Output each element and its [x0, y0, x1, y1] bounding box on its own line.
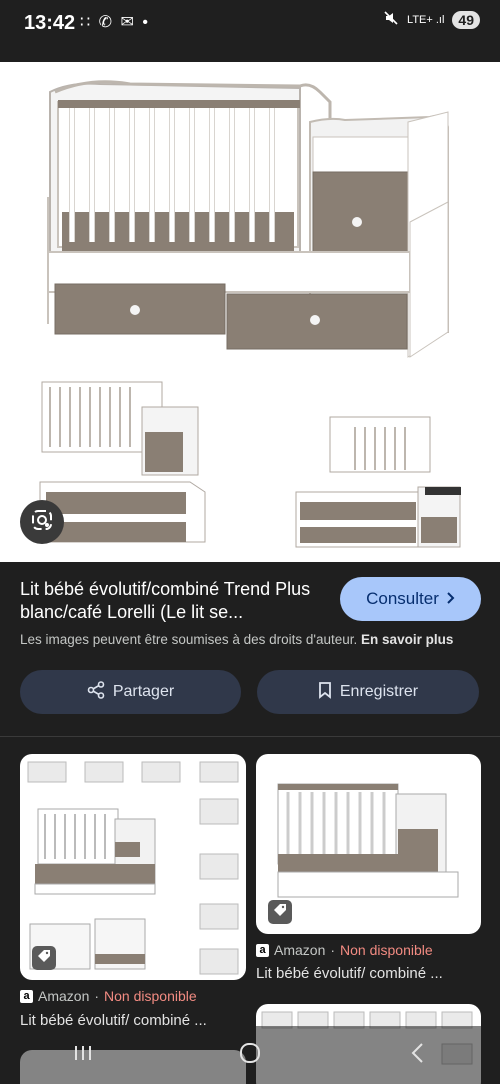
related-image-card[interactable] [256, 754, 481, 934]
bookmark-icon [318, 681, 332, 704]
config-bed-small [39, 481, 206, 543]
source-separator: · [330, 942, 336, 958]
related-source: a Amazon · Non disponible [20, 988, 197, 1004]
consult-label: Consulter [366, 589, 439, 608]
lens-button[interactable] [20, 500, 64, 544]
consult-button[interactable]: Consulter [340, 577, 481, 621]
source-separator: · [94, 988, 100, 1004]
chevron-right-icon [445, 589, 455, 609]
status-time: 13:42 [24, 12, 76, 34]
learn-more-link[interactable]: En savoir plus [361, 632, 453, 647]
nav-home-icon [239, 1042, 261, 1069]
source-name: Amazon [274, 942, 326, 958]
navigation-bar [0, 1026, 500, 1084]
mute-icon [383, 10, 399, 29]
notification-icons: ∷ ✆ ✉ • [80, 14, 150, 31]
source-name: Amazon [38, 988, 90, 1004]
availability-status: Non disponible [104, 988, 197, 1004]
tag-icon [37, 949, 51, 968]
copyright-text: Les images peuvent être soumises à des d… [20, 632, 358, 647]
share-label: Partager [112, 683, 175, 700]
tag-icon [273, 903, 287, 922]
config-bed-dresser [295, 486, 461, 548]
tag-chip[interactable] [32, 946, 56, 970]
nav-back-icon [410, 1042, 424, 1069]
battery-indicator: 49 [452, 10, 480, 29]
share-button[interactable]: Partager [20, 670, 241, 714]
share-icon [87, 680, 105, 704]
related-image-card[interactable] [20, 754, 246, 980]
config-crib-small [41, 381, 199, 476]
amazon-logo-icon: a [256, 943, 269, 957]
related-source: a Amazon · Non disponible [256, 942, 433, 958]
status-bar: 13:42 ∷ ✆ ✉ • LTE+ .ıl 49 [0, 0, 500, 62]
nav-recents-icon [72, 1044, 94, 1067]
availability-status: Non disponible [340, 942, 433, 958]
nav-home-button[interactable] [220, 1035, 280, 1075]
copyright-notice: Les images peuvent être soumises à des d… [20, 632, 453, 647]
section-divider [0, 736, 500, 737]
nav-recents-button[interactable] [53, 1035, 113, 1075]
system-icons: LTE+ .ıl 49 [383, 10, 480, 29]
config-desk-small [329, 416, 431, 473]
crib-illustration [39, 80, 461, 548]
product-image[interactable] [0, 62, 500, 562]
related-title[interactable]: Lit bébé évolutif/ combiné ... [256, 965, 481, 982]
nav-back-button[interactable] [387, 1035, 447, 1075]
main-crib [47, 80, 449, 358]
save-label: Enregistrer [339, 683, 419, 700]
signal-icon: LTE+ .ıl [407, 13, 445, 26]
product-title[interactable]: Lit bébé évolutif/combiné Trend Plus bla… [20, 578, 320, 624]
amazon-logo-icon: a [20, 989, 33, 1003]
lens-icon [31, 509, 53, 536]
save-button[interactable]: Enregistrer [257, 670, 479, 714]
tag-chip[interactable] [268, 900, 292, 924]
